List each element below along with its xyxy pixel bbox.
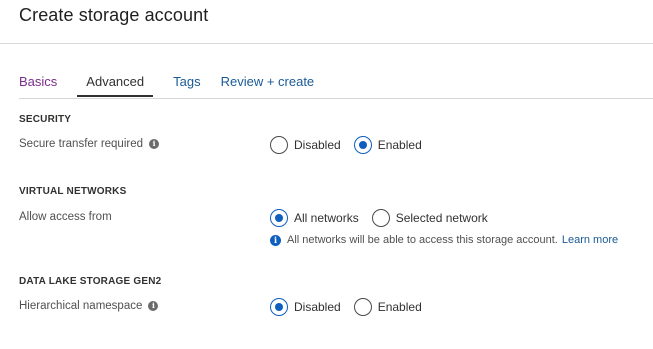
radio-label: Disabled: [294, 300, 341, 314]
tab-advanced[interactable]: Advanced: [77, 74, 153, 97]
header-divider: [0, 43, 653, 44]
info-icon[interactable]: i: [148, 301, 159, 311]
section-heading-data-lake: DATA LAKE STORAGE GEN2: [19, 276, 162, 287]
tab-tags[interactable]: Tags: [173, 74, 200, 95]
create-storage-account-page: Create storage account Basics Advanced T…: [0, 0, 653, 349]
hierarchical-namespace-radio-group: Disabled Enabled: [270, 298, 435, 316]
allow-access-label: Allow access from: [19, 211, 112, 223]
hierarchical-namespace-enabled-option[interactable]: Enabled: [353, 298, 422, 316]
secure-transfer-label: Secure transfer required i: [19, 138, 160, 150]
secure-transfer-radio-group: Disabled Enabled: [270, 136, 435, 154]
radio-button-checked[interactable]: [270, 209, 288, 227]
all-networks-option[interactable]: All networks: [270, 209, 359, 227]
radio-button-unchecked[interactable]: [353, 298, 372, 316]
tabs-divider: [19, 98, 653, 99]
info-icon[interactable]: i: [149, 139, 160, 149]
radio-button-unchecked[interactable]: [270, 136, 288, 154]
secure-transfer-enabled-option[interactable]: Enabled: [353, 136, 422, 154]
radio-label: Disabled: [294, 138, 341, 152]
network-access-hint: i All networks will be able to access th…: [270, 234, 618, 246]
info-circle-icon: i: [270, 234, 281, 246]
learn-more-link[interactable]: Learn more: [562, 234, 618, 246]
secure-transfer-label-text: Secure transfer required: [19, 138, 144, 150]
radio-label: Enabled: [377, 138, 422, 152]
tab-basics[interactable]: Basics: [19, 74, 57, 95]
hierarchical-namespace-disabled-option[interactable]: Disabled: [270, 298, 341, 316]
section-heading-security: SECURITY: [19, 114, 72, 125]
secure-transfer-disabled-option[interactable]: Disabled: [270, 136, 341, 154]
radio-label: All networks: [294, 211, 359, 225]
radio-label: Selected network: [395, 211, 488, 225]
page-title: Create storage account: [19, 5, 209, 25]
radio-button-checked[interactable]: [270, 298, 288, 316]
allow-access-label-text: Allow access from: [19, 211, 112, 223]
hierarchical-namespace-label-text: Hierarchical namespace: [19, 300, 143, 312]
radio-button-unchecked[interactable]: [371, 209, 390, 227]
allow-access-radio-group: All networks Selected network: [270, 209, 501, 227]
radio-button-checked[interactable]: [353, 136, 372, 154]
hint-text: All networks will be able to access this…: [287, 234, 558, 246]
tab-bar: Basics Advanced Tags Review + create: [19, 74, 334, 98]
radio-label: Enabled: [377, 300, 422, 314]
hierarchical-namespace-label: Hierarchical namespace i: [19, 300, 159, 312]
section-heading-virtual-networks: VIRTUAL NETWORKS: [19, 186, 127, 197]
tab-review-create[interactable]: Review + create: [221, 74, 315, 95]
selected-network-option[interactable]: Selected network: [371, 209, 488, 227]
